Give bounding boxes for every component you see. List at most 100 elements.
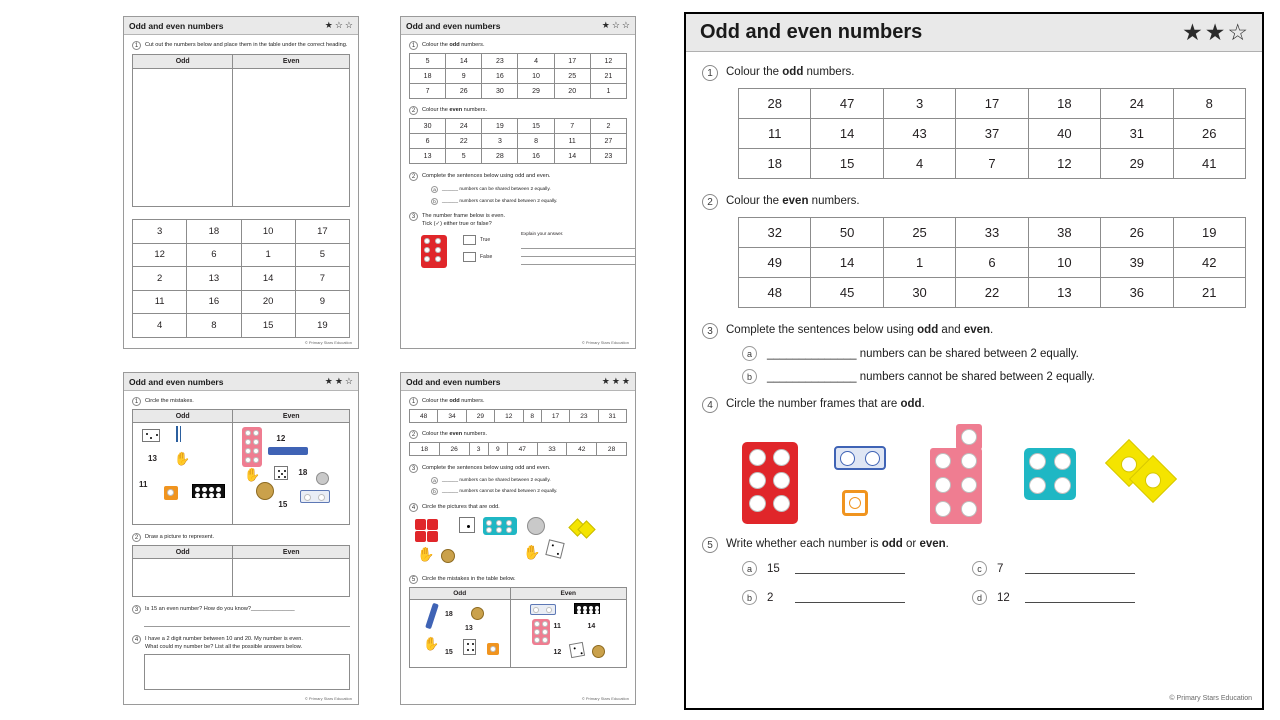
sort-cell-even[interactable] xyxy=(232,68,350,207)
number-cell[interactable]: 31 xyxy=(1100,118,1174,149)
page-4-grid-odd[interactable]: 48 34 29 12 8 17 23 31 xyxy=(408,409,628,423)
number-cell[interactable]: 3 xyxy=(882,88,957,119)
page-3-answer-box[interactable] xyxy=(144,654,350,690)
answer-line[interactable] xyxy=(795,592,905,603)
number-cell[interactable]: 26 xyxy=(1100,217,1174,248)
number-cell[interactable]: 15 xyxy=(240,313,296,338)
number-cell[interactable]: 43 xyxy=(882,118,957,149)
number-cell[interactable]: 18 xyxy=(186,219,242,244)
picture-cell-odd[interactable]: 18 13 ✋ 15 xyxy=(409,599,511,668)
number-cell[interactable]: 29 xyxy=(517,83,555,99)
answer-blank[interactable]: ______________ xyxy=(767,371,857,383)
draw-cell-odd[interactable] xyxy=(131,558,234,597)
sort-cell-odd[interactable] xyxy=(131,68,234,207)
number-cell[interactable]: 30 xyxy=(882,277,957,308)
number-cell[interactable]: 33 xyxy=(955,217,1029,248)
page-2-sentence-a[interactable]: a ______ numbers can be shared between 2… xyxy=(431,186,627,193)
main-worksheet[interactable]: Odd and even numbers ★ ★ ☆ 1 Colour the … xyxy=(684,12,1264,710)
number-cell[interactable]: 18 xyxy=(408,68,447,84)
page-2-grid-odd[interactable]: 5 14 23 4 17 12 18 9 16 10 25 21 7 26 30… xyxy=(408,53,628,99)
picture-cell-even[interactable]: 11 14 12 xyxy=(509,599,627,668)
number-cell[interactable]: 23 xyxy=(589,148,628,164)
teal-frame-6-icon[interactable] xyxy=(1024,448,1076,500)
number-cell[interactable]: 49 xyxy=(737,247,812,278)
number-cell[interactable]: 19 xyxy=(1172,217,1247,248)
number-cell[interactable]: 7 xyxy=(294,266,351,291)
answer-line[interactable] xyxy=(1025,592,1135,603)
number-cell[interactable]: 13 xyxy=(186,266,242,291)
number-cell[interactable]: 17 xyxy=(294,219,351,244)
number-cell[interactable]: 16 xyxy=(517,148,555,164)
number-cell[interactable]: 11 xyxy=(553,133,591,149)
number-cell[interactable]: 3 xyxy=(481,133,519,149)
number-cell[interactable]: 26 xyxy=(445,83,483,99)
number-cell[interactable]: 14 xyxy=(810,247,884,278)
number-cell[interactable]: 33 xyxy=(536,442,568,456)
number-cell[interactable]: 37 xyxy=(955,118,1029,149)
number-cell[interactable]: 14 xyxy=(810,118,884,149)
number-cell[interactable]: 8 xyxy=(522,409,542,423)
number-cell[interactable]: 29 xyxy=(1100,148,1174,179)
main-answers-block[interactable]: a 15 c 7 b 2 d 12 xyxy=(742,561,1246,605)
number-cell[interactable]: 6 xyxy=(186,242,242,267)
worksheet-page-2[interactable]: Odd and even numbers ★ ☆ ☆ 1 Colour the … xyxy=(400,16,636,349)
page-2-false-option[interactable]: False xyxy=(463,252,492,262)
answer-a[interactable]: a 15 xyxy=(742,561,972,576)
number-cell[interactable]: 28 xyxy=(481,148,519,164)
page-2-sentence-b[interactable]: b ______ numbers cannot be shared betwee… xyxy=(431,198,627,205)
number-cell[interactable]: 11 xyxy=(737,118,812,149)
number-cell[interactable]: 15 xyxy=(517,118,555,134)
page-2-grid-even[interactable]: 30 24 19 15 7 2 6 22 3 8 11 27 13 5 28 1… xyxy=(408,118,628,164)
number-cell[interactable]: 42 xyxy=(566,442,598,456)
number-cell[interactable]: 28 xyxy=(596,442,627,456)
page-1-number-grid[interactable]: 3 18 10 17 12 6 1 5 2 13 14 7 11 16 20 9… xyxy=(131,219,351,338)
answer-c[interactable]: c 7 xyxy=(972,561,1202,576)
number-cell[interactable]: 22 xyxy=(955,277,1029,308)
number-cell[interactable]: 3 xyxy=(468,442,489,456)
number-cell[interactable]: 19 xyxy=(294,313,351,338)
number-cell[interactable]: 2 xyxy=(131,266,188,291)
number-cell[interactable]: 6 xyxy=(408,133,447,149)
orange-frame-1-icon[interactable] xyxy=(842,490,868,516)
number-cell[interactable]: 31 xyxy=(597,409,628,423)
number-cell[interactable]: 10 xyxy=(240,219,296,244)
main-sentence-b[interactable]: b ______________ numbers cannot be share… xyxy=(742,369,1246,384)
page-2-truefalse-area[interactable]: True False Explain your answer. xyxy=(421,231,635,273)
number-cell[interactable]: 28 xyxy=(737,88,812,119)
page-4-picture-row[interactable]: ✋ ✋ xyxy=(415,515,627,575)
main-grid-odd[interactable]: 28 47 3 17 18 24 8 11 14 43 37 40 31 26 xyxy=(737,88,1247,179)
number-cell[interactable]: 14 xyxy=(445,53,483,69)
number-cell[interactable]: 17 xyxy=(553,53,591,69)
number-cell[interactable]: 25 xyxy=(882,217,957,248)
number-cell[interactable]: 17 xyxy=(955,88,1029,119)
number-cell[interactable]: 32 xyxy=(737,217,812,248)
number-cell[interactable]: 24 xyxy=(1100,88,1174,119)
page-4-grid-even[interactable]: 18 26 3 9 47 33 42 28 xyxy=(409,442,627,456)
number-cell[interactable]: 26 xyxy=(438,442,470,456)
number-cell[interactable]: 17 xyxy=(540,409,571,423)
number-cell[interactable]: 12 xyxy=(131,242,188,267)
number-cell[interactable]: 12 xyxy=(1027,148,1102,179)
number-cell[interactable]: 25 xyxy=(553,68,591,84)
red-frame-8-icon[interactable] xyxy=(742,442,798,524)
number-cell[interactable]: 12 xyxy=(589,53,628,69)
answer-line[interactable] xyxy=(144,617,350,627)
false-checkbox[interactable] xyxy=(463,252,476,262)
number-cell[interactable]: 24 xyxy=(445,118,483,134)
number-cell[interactable]: 20 xyxy=(240,289,296,314)
number-cell[interactable]: 19 xyxy=(481,118,519,134)
number-cell[interactable]: 36 xyxy=(1100,277,1174,308)
number-cell[interactable]: 18 xyxy=(409,442,440,456)
number-cell[interactable]: 39 xyxy=(1100,247,1174,278)
number-cell[interactable]: 26 xyxy=(1172,118,1247,149)
worksheet-page-4[interactable]: Odd and even numbers ★ ★ ★ 1 Colour the … xyxy=(400,372,636,705)
page-1-sorting-table[interactable]: Odd Even xyxy=(131,54,350,207)
page-4-sentence-b[interactable]: b ______ numbers cannot be shared betwee… xyxy=(431,488,627,495)
number-cell[interactable]: 4 xyxy=(131,313,188,338)
answer-line[interactable] xyxy=(1025,563,1135,574)
main-grid-even[interactable]: 32 50 25 33 38 26 19 49 14 1 6 10 39 42 xyxy=(737,217,1247,308)
number-cell[interactable]: 4 xyxy=(882,148,957,179)
number-cell[interactable]: 12 xyxy=(494,409,524,423)
worksheet-page-3[interactable]: Odd and even numbers ★ ★ ☆ 1 Circle the … xyxy=(123,372,359,705)
number-cell[interactable]: 22 xyxy=(445,133,483,149)
